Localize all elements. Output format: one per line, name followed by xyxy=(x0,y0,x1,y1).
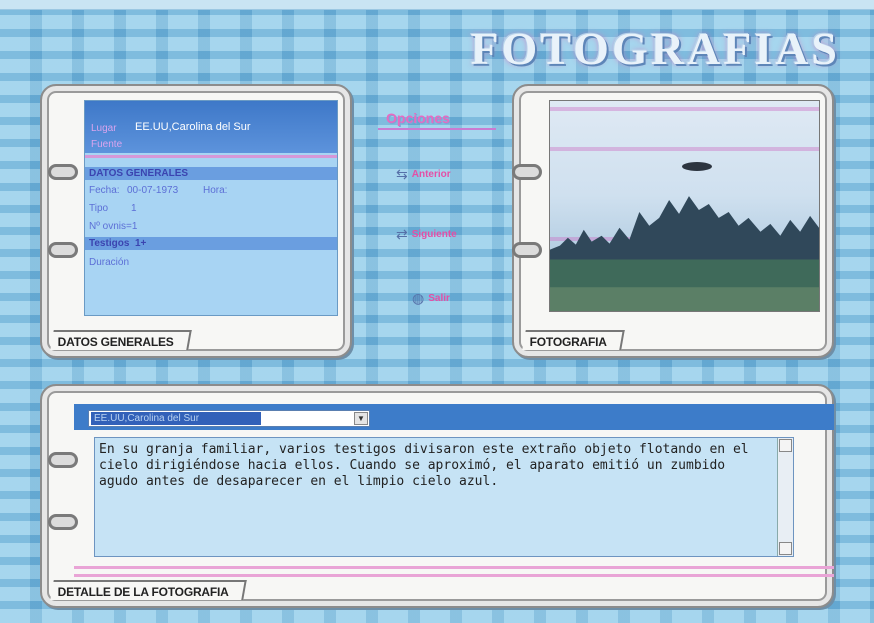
lugar-label: Lugar xyxy=(91,123,117,134)
pink-rule xyxy=(74,566,834,569)
binder-ring xyxy=(48,164,78,180)
arrow-back-icon: ⇆ xyxy=(396,166,408,182)
app-title: FOTOGRAFIAS xyxy=(470,23,840,74)
fotografia-tab: FOTOGRAFIA xyxy=(522,330,625,350)
lugar-value: EE.UU,Carolina del Sur xyxy=(135,121,251,133)
testigos-label: Testigos xyxy=(89,238,130,249)
chevron-down-icon[interactable]: ▼ xyxy=(354,412,368,425)
binder-ring xyxy=(48,242,78,258)
location-select[interactable]: EE.UU,Carolina del Sur ▼ xyxy=(88,410,370,427)
arrow-forward-icon: ⇄ xyxy=(396,226,408,242)
salir-button[interactable]: ◍ Salir xyxy=(412,290,450,307)
photo-description-text: En su granja familiar, varios testigos d… xyxy=(99,442,749,489)
options-title: Opciones xyxy=(386,110,450,126)
datos-generales-tab: DATOS GENERALES xyxy=(50,330,192,350)
anterior-label: Anterior xyxy=(411,169,451,180)
duracion-label: Duración xyxy=(89,257,130,268)
scroll-up-button[interactable] xyxy=(779,439,792,452)
window-top-bar xyxy=(0,0,874,10)
tipo-label: Tipo xyxy=(89,203,109,214)
siguiente-label: Siguiente xyxy=(411,229,457,240)
binder-ring xyxy=(512,242,542,258)
salir-label: Salir xyxy=(428,293,450,304)
siguiente-button[interactable]: ⇄ Siguiente xyxy=(396,226,457,243)
binder-ring xyxy=(48,514,78,530)
anterior-button[interactable]: ⇆ Anterior xyxy=(396,166,451,183)
options-divider xyxy=(378,128,496,130)
fuente-label: Fuente xyxy=(91,139,123,150)
photo-description[interactable]: En su granja familiar, varios testigos d… xyxy=(94,437,794,557)
ovnis-label: Nº ovnis=1 xyxy=(89,221,138,232)
location-select-value: EE.UU,Carolina del Sur xyxy=(91,412,261,425)
description-scrollbar[interactable] xyxy=(777,438,793,556)
scroll-down-button[interactable] xyxy=(779,542,792,555)
hora-label: Hora: xyxy=(203,185,228,196)
globe-icon: ◍ xyxy=(412,290,425,306)
datos-screen: Lugar EE.UU,Carolina del Sur Fuente DATO… xyxy=(84,100,338,316)
pink-rule xyxy=(74,574,834,577)
treeline xyxy=(550,196,819,311)
tipo-value: 1 xyxy=(131,203,137,214)
fecha-label: Fecha: xyxy=(89,185,120,196)
binder-ring xyxy=(512,164,542,180)
testigos-value: 1+ xyxy=(135,238,147,249)
datos-section-title: DATOS GENERALES xyxy=(89,168,189,179)
detalle-tab: DETALLE DE LA FOTOGRAFIA xyxy=(50,580,247,600)
ufo-photograph xyxy=(549,100,820,312)
binder-ring xyxy=(48,452,78,468)
fecha-value: 00-07-1973 xyxy=(127,185,179,196)
separator xyxy=(85,155,337,158)
